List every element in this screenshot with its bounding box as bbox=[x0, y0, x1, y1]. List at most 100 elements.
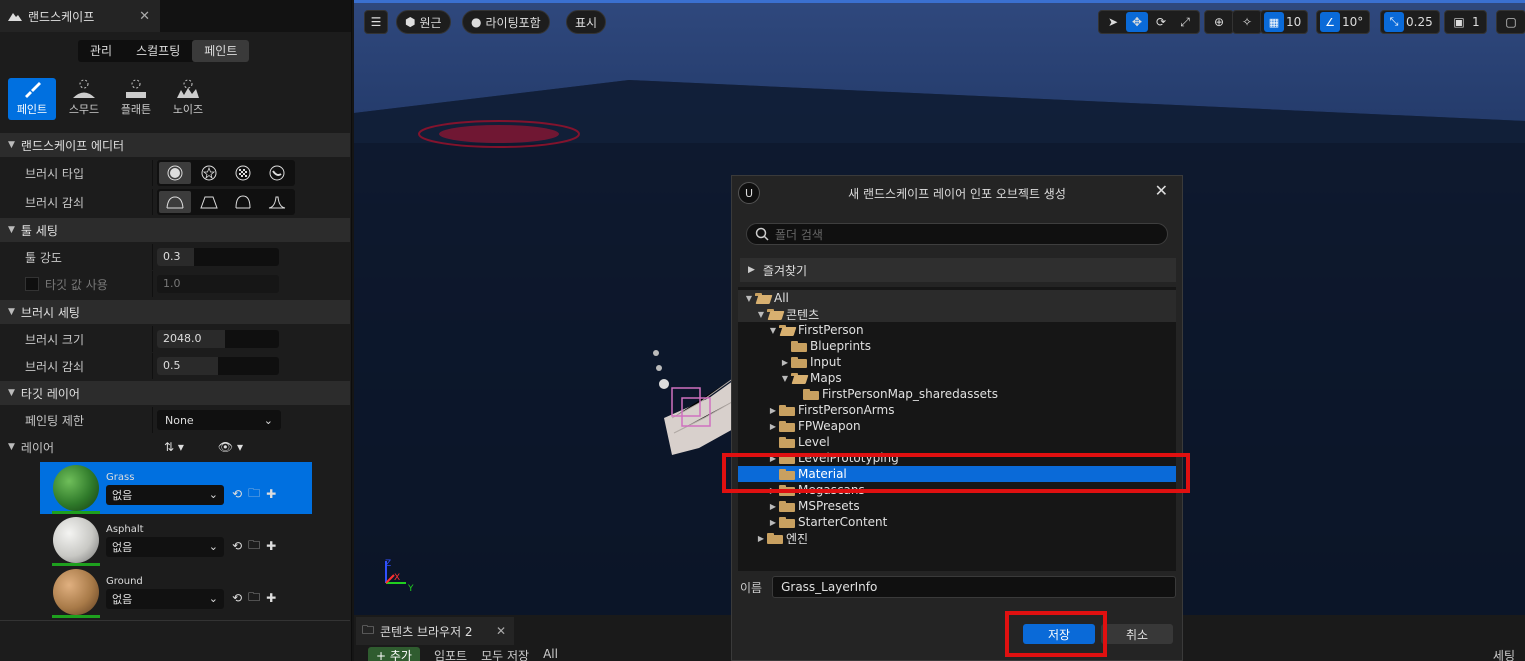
folder-tree-item[interactable]: ▶ FPWeapon bbox=[738, 418, 1176, 434]
folder-tree-item[interactable]: ▶ Input bbox=[738, 354, 1176, 370]
browse-folder-icon[interactable]: 🗀 bbox=[248, 484, 260, 505]
close-icon[interactable]: ✕ bbox=[496, 624, 506, 638]
layer-item-grass[interactable]: Grass 없음 ⌄ ⟲ 🗀 ✚ bbox=[40, 462, 312, 514]
use-selected-icon[interactable]: ⟲ bbox=[232, 539, 242, 553]
tool-strength-input[interactable]: 0.3 bbox=[157, 248, 279, 266]
chevron-down-icon[interactable]: ▼ bbox=[8, 442, 15, 452]
chevron-right-icon[interactable]: ▶ bbox=[768, 486, 778, 495]
folder-search-input[interactable]: 폴더 검색 bbox=[746, 223, 1168, 245]
import-button[interactable]: 임포트 bbox=[434, 647, 467, 661]
layer-info-select[interactable]: 없음 ⌄ bbox=[106, 484, 224, 505]
folder-tree-item[interactable]: ▶ LevelPrototyping bbox=[738, 450, 1176, 466]
add-button[interactable]: + 추가 bbox=[368, 647, 420, 661]
chevron-right-icon[interactable]: ▶ bbox=[780, 358, 790, 367]
folder-tree-item[interactable]: Level bbox=[738, 434, 1176, 450]
folder-tree-item[interactable]: ▼ Maps bbox=[738, 370, 1176, 386]
maximize-viewport[interactable]: ▢ bbox=[1496, 10, 1525, 34]
use-selected-icon[interactable]: ⟲ bbox=[232, 591, 242, 605]
brush-falloff-input[interactable]: 0.5 bbox=[157, 357, 279, 375]
favorites-header[interactable]: ▶ 즐겨찾기 bbox=[740, 258, 1176, 282]
mode-sculpt[interactable]: 스컬프팅 bbox=[124, 40, 192, 62]
settings-button[interactable]: 세팅 bbox=[1493, 647, 1515, 661]
chevron-down-icon[interactable]: ▼ bbox=[768, 326, 778, 335]
brush-size-input[interactable]: 2048.0 bbox=[157, 330, 279, 348]
folder-tree-item[interactable]: ▶ Megascans bbox=[738, 482, 1176, 498]
layer-item-asphalt[interactable]: Asphalt 없음 ⌄ ⟲ 🗀 ✚ bbox=[40, 514, 312, 566]
select-icon[interactable]: ➤ bbox=[1102, 12, 1124, 32]
close-icon[interactable]: ✕ bbox=[139, 9, 150, 24]
linear-falloff-icon[interactable] bbox=[193, 191, 225, 213]
scale-icon[interactable]: ⤢ bbox=[1174, 12, 1196, 32]
pattern-brush-icon[interactable] bbox=[227, 162, 259, 184]
browse-folder-icon[interactable]: 🗀 bbox=[248, 588, 260, 609]
world-local-toggle[interactable]: ⊕ bbox=[1204, 10, 1234, 34]
scale-snap[interactable]: ⤡ 0.25 bbox=[1380, 10, 1440, 34]
chevron-down-icon[interactable]: ▼ bbox=[756, 310, 766, 319]
folder-tree-item[interactable]: Material bbox=[738, 466, 1176, 482]
chevron-right-icon[interactable]: ▶ bbox=[768, 406, 778, 415]
chevron-down-icon[interactable]: ▼ bbox=[780, 374, 790, 383]
name-input[interactable]: Grass_LayerInfo bbox=[772, 576, 1176, 598]
show-button[interactable]: 표시 bbox=[566, 10, 607, 34]
browse-folder-icon[interactable]: 🗀 bbox=[248, 536, 260, 557]
tool-smooth[interactable]: 스무드 bbox=[60, 78, 108, 120]
camera-speed[interactable]: ▣ 1 bbox=[1444, 10, 1487, 34]
tool-paint[interactable]: 페인트 bbox=[8, 78, 56, 120]
rotation-snap[interactable]: ∠ 10° bbox=[1316, 10, 1371, 34]
tool-noise[interactable]: 노이즈 bbox=[164, 78, 212, 120]
section-target-layers[interactable]: ▼ 타깃 레이어 bbox=[0, 381, 350, 405]
grid-snap[interactable]: ▦ 10 bbox=[1260, 10, 1309, 34]
sort-icon[interactable]: ⇅ ▾ bbox=[164, 440, 184, 454]
visibility-icon[interactable]: 👁 ▾ bbox=[218, 440, 243, 454]
layer-item-ground[interactable]: Ground 없음 ⌄ ⟲ 🗀 ✚ bbox=[40, 566, 312, 618]
spherical-falloff-icon[interactable] bbox=[227, 191, 259, 213]
folder-tree-item[interactable]: ▶ 엔진 bbox=[738, 530, 1176, 546]
folder-tree-item[interactable]: ▼ 콘텐츠 bbox=[738, 306, 1176, 322]
move-icon[interactable]: ✥ bbox=[1126, 12, 1148, 32]
folder-tree-item[interactable]: ▼ All bbox=[738, 290, 1176, 306]
alpha-brush-icon[interactable] bbox=[193, 162, 225, 184]
add-layer-info-icon[interactable]: ✚ bbox=[266, 591, 276, 605]
folder-tree-item[interactable]: ▼ FirstPerson bbox=[738, 322, 1176, 338]
content-browser-tab[interactable]: 🗀 콘텐츠 브라우저 2 ✕ bbox=[356, 617, 514, 645]
close-icon[interactable]: ✕ bbox=[1155, 181, 1168, 200]
use-target-value-checkbox[interactable] bbox=[25, 277, 39, 291]
tip-falloff-icon[interactable] bbox=[261, 191, 293, 213]
circle-brush-icon[interactable] bbox=[159, 162, 191, 184]
folder-tree-item[interactable]: ▶ FirstPersonArms bbox=[738, 402, 1176, 418]
add-layer-info-icon[interactable]: ✚ bbox=[266, 539, 276, 553]
folder-tree-item[interactable]: ▶ StarterContent bbox=[738, 514, 1176, 530]
chevron-right-icon[interactable]: ▶ bbox=[768, 502, 778, 511]
perspective-button[interactable]: ⬢ 원근 bbox=[396, 10, 451, 34]
chevron-right-icon[interactable]: ▶ bbox=[768, 454, 778, 463]
viewport-menu-button[interactable]: ☰ bbox=[364, 10, 388, 34]
component-brush-icon[interactable] bbox=[261, 162, 293, 184]
lighting-mode-button[interactable]: ● 라이팅포함 bbox=[462, 10, 550, 34]
chevron-right-icon[interactable]: ▶ bbox=[768, 422, 778, 431]
use-selected-icon[interactable]: ⟲ bbox=[232, 487, 242, 501]
section-brush-settings[interactable]: ▼ 브러시 세팅 bbox=[0, 300, 350, 324]
save-all-button[interactable]: 모두 저장 bbox=[481, 647, 529, 661]
chevron-right-icon[interactable]: ▶ bbox=[768, 518, 778, 527]
cancel-button[interactable]: 취소 bbox=[1101, 624, 1173, 644]
section-tool-settings[interactable]: ▼ 툴 세팅 bbox=[0, 218, 350, 242]
chevron-down-icon[interactable]: ▼ bbox=[744, 294, 754, 303]
rotate-icon[interactable]: ⟳ bbox=[1150, 12, 1172, 32]
paint-restriction-select[interactable]: None ⌄ bbox=[157, 410, 281, 430]
path-all[interactable]: All bbox=[543, 647, 558, 661]
folder-tree-item[interactable]: Blueprints bbox=[738, 338, 1176, 354]
mode-manage[interactable]: 관리 bbox=[78, 40, 124, 62]
surface-snap-toggle[interactable]: ✧ bbox=[1232, 10, 1262, 34]
save-button[interactable]: 저장 bbox=[1023, 624, 1095, 644]
landscape-tab[interactable]: 랜드스케이프 ✕ bbox=[0, 0, 160, 32]
smooth-falloff-icon[interactable] bbox=[159, 191, 191, 213]
tool-flatten[interactable]: 플래튼 bbox=[112, 78, 160, 120]
layer-info-select[interactable]: 없음 ⌄ bbox=[106, 588, 224, 609]
add-layer-info-icon[interactable]: ✚ bbox=[266, 487, 276, 501]
layer-info-select[interactable]: 없음 ⌄ bbox=[106, 536, 224, 557]
folder-tree-item[interactable]: ▶ MSPresets bbox=[738, 498, 1176, 514]
folder-tree-item[interactable]: FirstPersonMap_sharedassets bbox=[738, 386, 1176, 402]
chevron-right-icon[interactable]: ▶ bbox=[756, 534, 766, 543]
mode-paint[interactable]: 페인트 bbox=[192, 40, 250, 62]
section-landscape-editor[interactable]: ▼ 랜드스케이프 에디터 bbox=[0, 133, 350, 157]
